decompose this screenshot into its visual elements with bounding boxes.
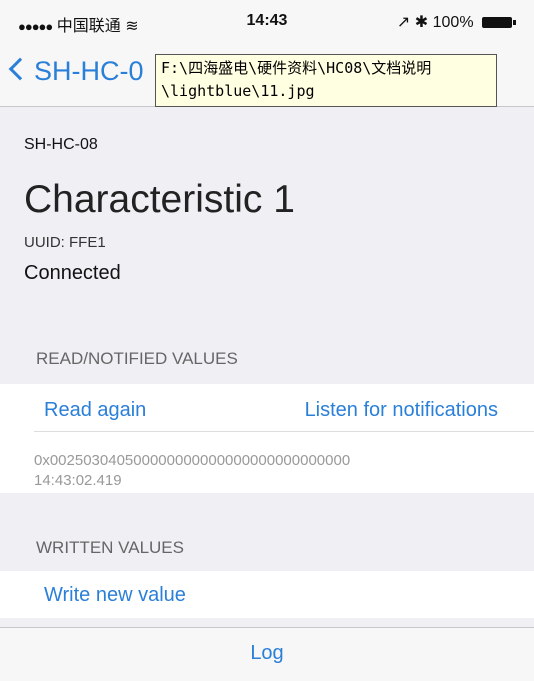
listen-notifications-button[interactable]: Listen for notifications	[305, 399, 498, 422]
log-bar: Log	[0, 627, 534, 681]
tooltip-line-1: F:\四海盛电\硬件资料\HC08\文档说明	[161, 59, 432, 77]
status-right: ↗ ✱ 100%	[396, 12, 516, 32]
chevron-left-icon	[8, 57, 32, 81]
read-again-button[interactable]: Read again	[44, 399, 146, 422]
log-button[interactable]: Log	[0, 642, 534, 665]
tooltip-line-2: \lightblue\11.jpg	[161, 82, 315, 100]
device-name: SH-HC-08	[24, 136, 98, 153]
back-button[interactable]: SH-HC-0	[8, 56, 144, 87]
write-new-value-button[interactable]: Write new value	[44, 584, 186, 607]
connection-status: Connected	[24, 262, 121, 284]
bluetooth-icon: ✱	[414, 14, 429, 31]
divider	[34, 431, 534, 432]
read-value-entry: 0x002503040500000000000000000000000000 1…	[34, 451, 350, 491]
location-icon: ↗	[396, 14, 411, 31]
written-values-cell: Write new value	[0, 571, 534, 618]
characteristic-title: Characteristic 1	[24, 178, 295, 221]
characteristic-uuid: UUID: FFE1	[24, 234, 106, 251]
written-section-header: WRITTEN VALUES	[36, 538, 184, 557]
read-section-header: READ/NOTIFIED VALUES	[36, 349, 238, 368]
status-bar: ●●●●● 中国联通 ≋ 14:43 ↗ ✱ 100%	[0, 0, 534, 40]
battery-icon	[482, 17, 516, 29]
read-timestamp: 14:43:02.419	[34, 472, 122, 489]
file-path-tooltip: F:\四海盛电\硬件资料\HC08\文档说明 \lightblue\11.jpg	[155, 54, 497, 107]
back-label: SH-HC-0	[34, 56, 144, 86]
battery-label: 100%	[432, 14, 474, 31]
read-value: 0x002503040500000000000000000000000000	[34, 452, 351, 469]
